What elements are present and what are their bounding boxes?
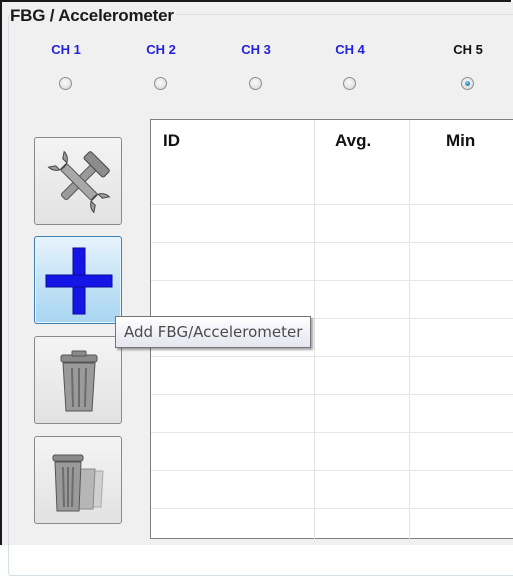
settings-button[interactable] [34,137,122,225]
channel-ch5-radio[interactable] [461,77,474,90]
row-gridline [151,280,513,281]
channel-ch2: CH 2 [131,42,191,57]
channel-label: CH 4 [335,42,365,57]
add-fbg-tooltip: Add FBG/Accelerometer [115,316,312,348]
group-title: FBG / Accelerometer [10,6,177,26]
row-gridline [151,432,513,433]
channel-ch1: CH 1 [36,42,96,57]
row-gridline [151,394,513,395]
column-header-id[interactable]: ID [151,120,315,162]
column-header-avg[interactable]: Avg. [315,120,410,162]
add-fbg-button[interactable] [34,236,122,324]
row-gridline [151,204,513,205]
channel-label: CH 5 [453,42,483,57]
channel-label: CH 3 [241,42,271,57]
channel-ch2-radio[interactable] [154,77,167,90]
trash-icon [60,350,98,412]
trash-multiple-icon [52,454,104,512]
channel-ch4-radio[interactable] [343,77,356,90]
row-gridline [151,470,513,471]
channel-label: CH 1 [51,42,81,57]
row-gridline [151,242,513,243]
column-header-min[interactable]: Min [410,120,513,162]
channel-ch3: CH 3 [226,42,286,57]
channel-ch4: CH 4 [320,42,380,57]
channel-ch3-radio[interactable] [249,77,262,90]
column-divider [314,162,315,542]
tools-icon [47,150,111,214]
plus-icon [45,247,113,315]
row-gridline [151,356,513,357]
delete-all-button[interactable] [34,436,122,524]
channel-ch5: CH 5 [438,42,498,57]
row-gridline [151,508,513,509]
channel-ch1-radio[interactable] [59,77,72,90]
channel-label: CH 2 [146,42,176,57]
delete-button[interactable] [34,336,122,424]
column-divider [409,162,410,542]
